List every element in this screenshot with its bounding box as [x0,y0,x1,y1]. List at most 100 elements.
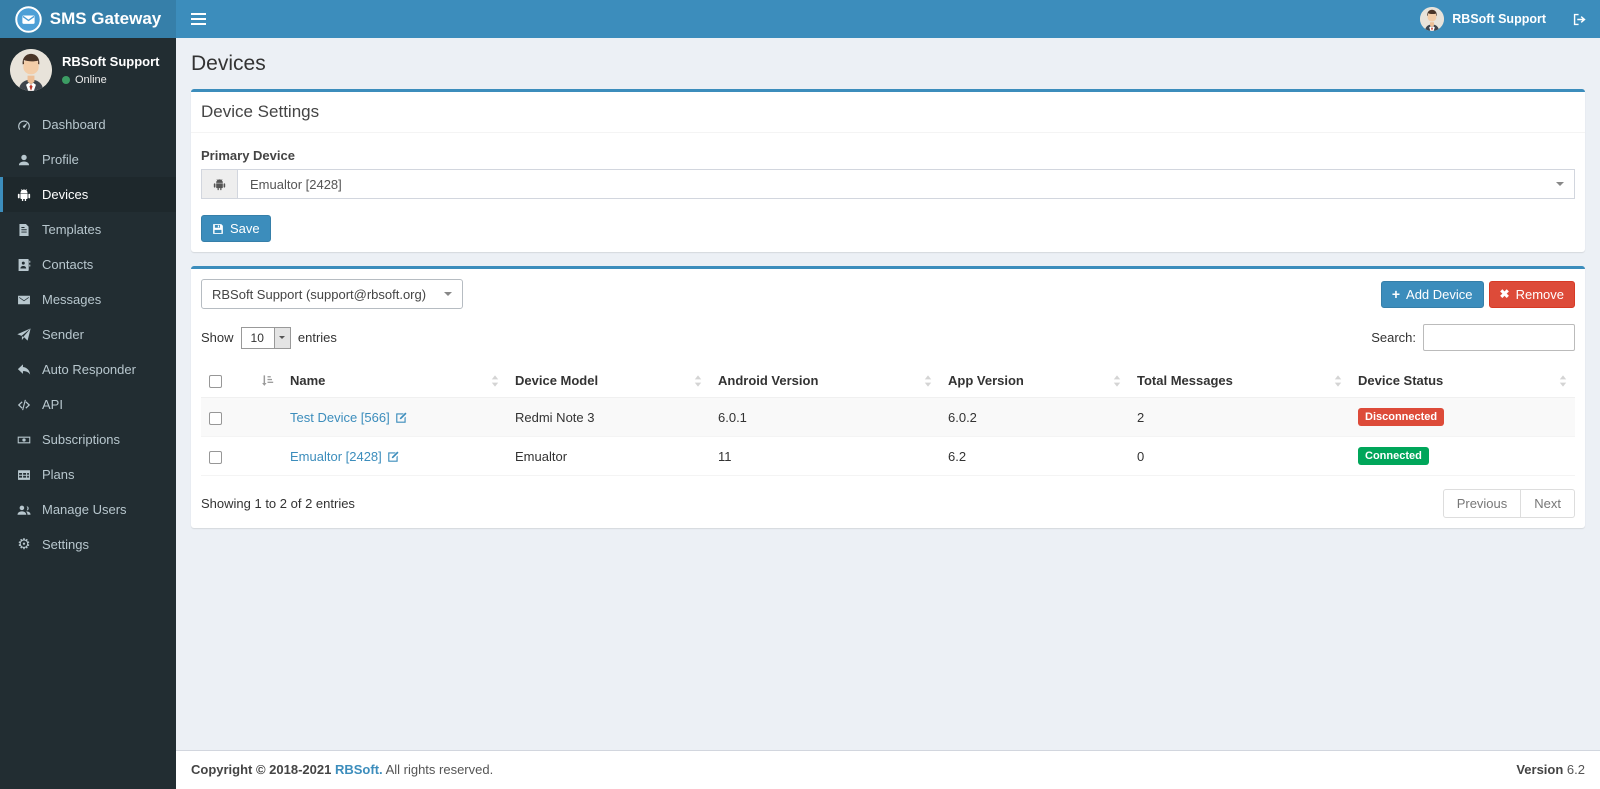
code-icon [16,398,32,412]
devices-table: Name Device Model Android Version App Ve… [201,364,1575,477]
app-version-cell: 6.0.2 [940,397,1129,437]
app-version-cell: 6.2 [940,436,1129,477]
sort-icon [694,374,702,387]
sidebar: RBSoft Support Online Dashboard Profile … [0,38,176,789]
header-total-messages[interactable]: Total Messages [1129,364,1350,399]
total-messages-cell: 0 [1129,436,1350,477]
sort-icon [1559,374,1567,387]
rbsoft-link[interactable]: RBSoft. [335,762,383,777]
sidebar-item-manage-users[interactable]: Manage Users [0,492,176,527]
navbar-user-name: RBSoft Support [1452,12,1546,26]
reply-icon [16,363,32,377]
header-device-status[interactable]: Device Status [1350,364,1575,399]
primary-device-select[interactable]: Emualtor [2428] [237,169,1575,199]
brand-name: SMS Gateway [49,9,162,28]
navbar-user-menu[interactable]: RBSoft Support [1408,0,1558,38]
sort-icon [1113,374,1121,387]
sidebar-item-dashboard[interactable]: Dashboard [0,107,176,142]
file-text-icon [16,223,32,237]
plus-icon: + [1391,286,1401,302]
row-checkbox[interactable] [209,450,222,464]
logout-icon[interactable] [1558,0,1600,38]
android-version-cell: 11 [710,436,940,477]
total-messages-cell: 2 [1129,397,1350,437]
brand[interactable]: SMS Gateway [0,0,176,38]
sidebar-item-messages[interactable]: Messages [0,282,176,317]
header-android-version[interactable]: Android Version [710,364,940,399]
sidebar-item-sender[interactable]: Sender [0,317,176,352]
sidebar-user-avatar [10,49,52,91]
app-root: SMS Gateway RBSoft Support RBSoft Suppor… [0,0,1600,789]
online-status-icon [62,76,70,84]
save-button[interactable]: Save [201,215,271,242]
navbar-user-avatar [1420,7,1445,31]
table-icon [16,468,32,482]
sort-icon [924,374,932,387]
header-app-version[interactable]: App Version [940,364,1129,399]
version-text: Version 6.2 [1516,762,1585,777]
devices-list-box: RBSoft Support (support@rbsoft.org) + Ad… [191,266,1585,529]
select-all-checkbox[interactable] [209,375,222,389]
status-badge: Disconnected [1358,408,1445,427]
sidebar-item-contacts[interactable]: Contacts [0,247,176,282]
brand-envelope-icon [15,5,42,33]
search-input[interactable] [1423,324,1575,351]
sort-amount-asc-icon [261,374,274,387]
edit-icon[interactable] [395,411,408,424]
users-icon [16,503,32,517]
content-wrapper: Devices Device Settings Primary Device E… [176,38,1600,750]
x-icon: ✖ [1499,287,1510,301]
select-all-header[interactable] [201,364,282,399]
previous-page-button[interactable]: Previous [1442,489,1522,519]
page-title: Devices [191,52,266,75]
envelope-icon [16,293,32,307]
sort-icon [491,374,499,387]
device-name-link[interactable]: Emualtor [2428] [290,449,382,464]
next-page-button[interactable]: Next [1521,489,1575,519]
sort-icon [1334,374,1342,387]
sidebar-item-settings[interactable]: ⚙ Settings [0,527,176,562]
box-title: Device Settings [191,92,1585,133]
page-size-select[interactable]: 10 [240,326,291,349]
sidebar-item-devices[interactable]: Devices [0,177,176,212]
device-name-link[interactable]: Test Device [566] [290,410,390,425]
sidebar-item-profile[interactable]: Profile [0,142,176,177]
sidebar-item-auto-responder[interactable]: Auto Responder [0,352,176,387]
table-row: Test Device [566] Redmi Note 3 6.0.1 6.0… [201,397,1575,437]
device-settings-box: Device Settings Primary Device Emualtor … [191,89,1585,252]
primary-device-label: Primary Device [201,148,295,163]
gear-icon: ⚙ [17,535,31,553]
sidebar-item-api[interactable]: API [0,387,176,422]
chevron-down-icon [444,292,452,300]
sidebar-user-name: RBSoft Support [62,54,160,69]
row-checkbox[interactable] [209,411,222,425]
android-addon-icon [201,169,237,199]
status-badge: Connected [1358,447,1429,466]
header-name[interactable]: Name [282,364,507,399]
sidebar-menu: Dashboard Profile Devices Templates Cont… [0,107,176,562]
user-filter-select[interactable]: RBSoft Support (support@rbsoft.org) [201,279,463,309]
user-icon [16,153,32,167]
android-icon [16,188,32,202]
add-device-button[interactable]: + Add Device [1380,280,1484,308]
remove-button[interactable]: ✖ Remove [1488,280,1575,308]
device-model-cell: Emualtor [507,436,710,477]
edit-icon[interactable] [387,450,400,463]
sidebar-user-status[interactable]: Online [62,74,159,86]
sidebar-item-subscriptions[interactable]: Subscriptions [0,422,176,457]
sidebar-item-templates[interactable]: Templates [0,212,176,247]
sidebar-toggle[interactable] [176,0,220,38]
search-label: Search: [1371,330,1416,345]
device-model-cell: Redmi Note 3 [507,397,710,437]
copyright-text: Copyright © 2018-2021 RBSoft. All rights… [191,762,494,777]
money-icon [16,433,32,447]
table-row: Emualtor [2428] Emualtor 11 6.2 0 Connec… [201,436,1575,477]
header-device-model[interactable]: Device Model [507,364,710,399]
paper-plane-icon [16,327,32,342]
table-info: Showing 1 to 2 of 2 entries [201,496,355,512]
sidebar-item-plans[interactable]: Plans [0,457,176,492]
dashboard-icon [16,118,32,132]
main-footer: Copyright © 2018-2021 RBSoft. All rights… [176,750,1600,789]
sidebar-user-panel: RBSoft Support Online [0,38,176,103]
entries-label: entries [297,330,337,345]
